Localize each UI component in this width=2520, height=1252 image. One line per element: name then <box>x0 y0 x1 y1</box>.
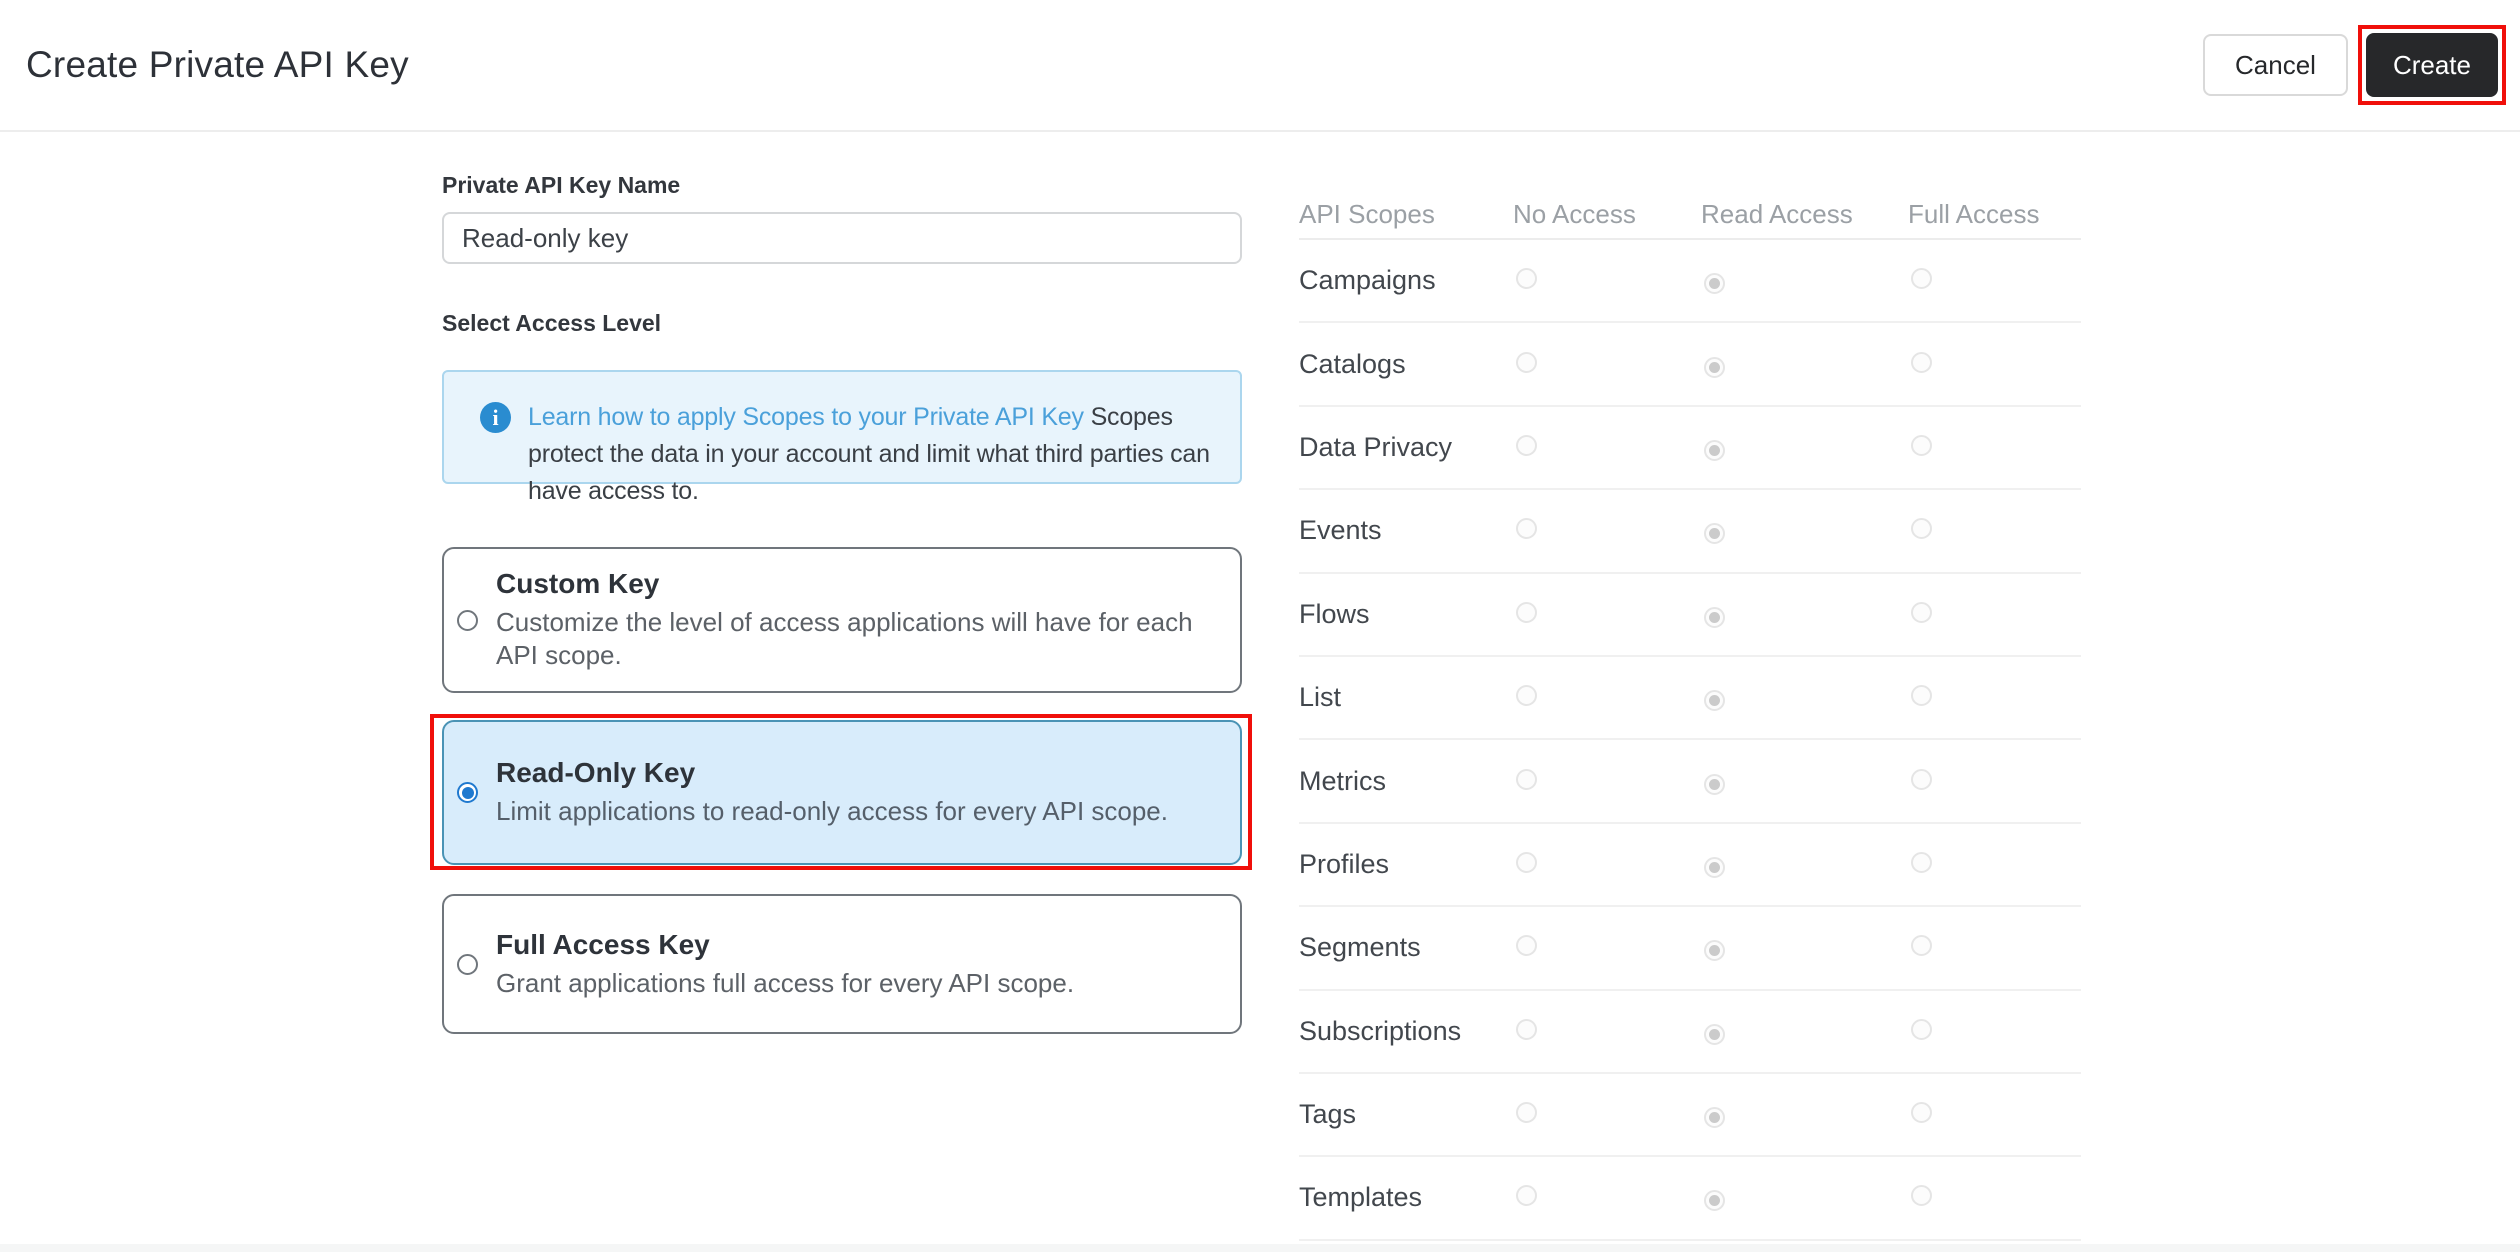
option-title: Custom Key <box>496 568 1196 600</box>
api-key-name-label: Private API Key Name <box>442 172 1242 199</box>
full-access-radio[interactable] <box>1911 1019 1932 1040</box>
no-access-radio[interactable] <box>1516 852 1537 873</box>
scopes-info-banner: i Learn how to apply Scopes to your Priv… <box>442 370 1242 484</box>
read-access-radio[interactable] <box>1704 1190 1725 1211</box>
key-form: Private API Key Name Select Access Level… <box>442 132 1242 1034</box>
no-access-radio[interactable] <box>1516 1102 1537 1123</box>
full-access-radio[interactable] <box>1911 1102 1932 1123</box>
option-title: Read-Only Key <box>496 757 1168 789</box>
scope-name: Campaigns <box>1299 265 1513 296</box>
create-button-annotation: Create <box>2358 25 2506 105</box>
full-access-radio[interactable] <box>1911 435 1932 456</box>
scope-name: Subscriptions <box>1299 1016 1513 1047</box>
read-access-radio[interactable] <box>1704 774 1725 795</box>
full-access-radio[interactable] <box>1911 685 1932 706</box>
option-description: Grant applications full access for every… <box>496 967 1074 1000</box>
read-access-radio[interactable] <box>1704 690 1725 711</box>
option-card-custom-key[interactable]: Custom Key Customize the level of access… <box>442 547 1242 693</box>
no-access-radio[interactable] <box>1516 1185 1537 1206</box>
full-access-key-radio[interactable] <box>457 954 478 975</box>
read-access-radio[interactable] <box>1704 523 1725 544</box>
col-header-api-scopes: API Scopes <box>1299 199 1513 230</box>
scope-name: Tags <box>1299 1099 1513 1130</box>
scope-name: Profiles <box>1299 849 1513 880</box>
full-access-radio[interactable] <box>1911 268 1932 289</box>
full-access-radio[interactable] <box>1911 1185 1932 1206</box>
scope-name: Events <box>1299 515 1513 546</box>
full-access-radio[interactable] <box>1911 935 1932 956</box>
no-access-radio[interactable] <box>1516 352 1537 373</box>
table-row: Flows <box>1299 574 2081 657</box>
table-row: Catalogs <box>1299 323 2081 406</box>
table-row: Templates <box>1299 1157 2081 1240</box>
table-row: Profiles <box>1299 824 2081 907</box>
scope-name: Data Privacy <box>1299 432 1513 463</box>
read-access-radio[interactable] <box>1704 857 1725 878</box>
full-access-radio[interactable] <box>1911 852 1932 873</box>
no-access-radio[interactable] <box>1516 685 1537 706</box>
api-key-name-input[interactable] <box>442 212 1242 264</box>
option-description: Limit applications to read-only access f… <box>496 795 1168 828</box>
option-card-read-only-key[interactable]: Read-Only Key Limit applications to read… <box>442 720 1242 865</box>
read-access-radio[interactable] <box>1704 1107 1725 1128</box>
table-row: Events <box>1299 490 2081 573</box>
scopes-rows: Campaigns Catalogs Data Privacy Events F… <box>1299 240 2081 1241</box>
read-access-radio[interactable] <box>1704 940 1725 961</box>
no-access-radio[interactable] <box>1516 518 1537 539</box>
scopes-info-text: Learn how to apply Scopes to your Privat… <box>528 399 1210 510</box>
table-row: Data Privacy <box>1299 407 2081 490</box>
read-only-key-radio[interactable] <box>457 782 478 803</box>
custom-key-radio[interactable] <box>457 610 478 631</box>
scopes-help-link[interactable]: Learn how to apply Scopes to your Privat… <box>528 403 1084 431</box>
full-access-key-texts: Full Access Key Grant applications full … <box>496 929 1074 1000</box>
scopes-table-header: API Scopes No Access Read Access Full Ac… <box>1299 190 2081 240</box>
no-access-radio[interactable] <box>1516 1019 1537 1040</box>
col-header-no-access: No Access <box>1513 199 1701 230</box>
option-title: Full Access Key <box>496 929 1074 961</box>
read-access-radio[interactable] <box>1704 273 1725 294</box>
table-row: List <box>1299 657 2081 740</box>
no-access-radio[interactable] <box>1516 935 1537 956</box>
table-row: Campaigns <box>1299 240 2081 323</box>
scope-name: Catalogs <box>1299 349 1513 380</box>
read-access-radio[interactable] <box>1704 607 1725 628</box>
col-header-full-access: Full Access <box>1908 199 2081 230</box>
bottom-divider <box>0 1244 2520 1252</box>
full-access-radio[interactable] <box>1911 518 1932 539</box>
no-access-radio[interactable] <box>1516 769 1537 790</box>
full-access-radio[interactable] <box>1911 769 1932 790</box>
table-row: Subscriptions <box>1299 991 2081 1074</box>
table-row: Segments <box>1299 907 2081 990</box>
header-actions: Cancel Create <box>2203 25 2506 105</box>
custom-key-texts: Custom Key Customize the level of access… <box>496 568 1196 672</box>
table-row: Tags <box>1299 1074 2081 1157</box>
create-button[interactable]: Create <box>2366 33 2498 97</box>
option-card-full-access-key[interactable]: Full Access Key Grant applications full … <box>442 894 1242 1034</box>
info-circle-icon: i <box>480 402 511 433</box>
read-only-key-texts: Read-Only Key Limit applications to read… <box>496 757 1168 828</box>
full-access-radio[interactable] <box>1911 602 1932 623</box>
api-scopes-table: API Scopes No Access Read Access Full Ac… <box>1299 190 2081 1241</box>
full-access-radio[interactable] <box>1911 352 1932 373</box>
scope-name: Flows <box>1299 599 1513 630</box>
read-access-radio[interactable] <box>1704 1024 1725 1045</box>
scope-name: Templates <box>1299 1182 1513 1213</box>
no-access-radio[interactable] <box>1516 602 1537 623</box>
scope-name: List <box>1299 682 1513 713</box>
page-title: Create Private API Key <box>26 44 409 86</box>
read-access-radio[interactable] <box>1704 440 1725 461</box>
scope-name: Metrics <box>1299 766 1513 797</box>
cancel-button[interactable]: Cancel <box>2203 34 2348 96</box>
no-access-radio[interactable] <box>1516 435 1537 456</box>
option-description: Customize the level of access applicatio… <box>496 606 1196 672</box>
read-access-radio[interactable] <box>1704 357 1725 378</box>
table-row: Metrics <box>1299 740 2081 823</box>
scope-name: Segments <box>1299 932 1513 963</box>
access-level-label: Select Access Level <box>442 310 1242 337</box>
no-access-radio[interactable] <box>1516 268 1537 289</box>
col-header-read-access: Read Access <box>1701 199 1908 230</box>
header-bar: Create Private API Key Cancel Create <box>0 0 2520 132</box>
